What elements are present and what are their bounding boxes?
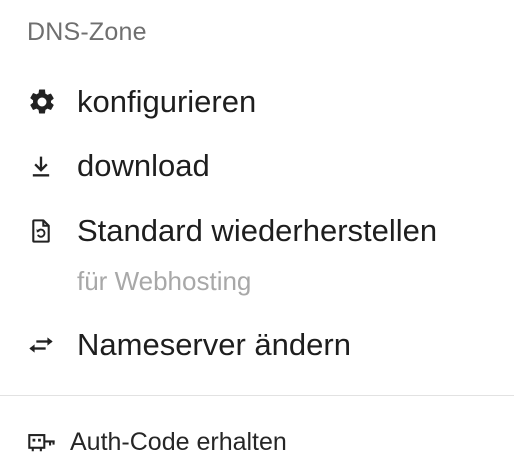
change-nameserver-label: Nameserver ändern [77, 327, 351, 362]
key-code-icon [27, 425, 61, 459]
download-icon [27, 148, 63, 184]
download-label: download [77, 148, 210, 183]
change-nameserver-menu-item[interactable]: Nameserver ändern [27, 327, 351, 363]
restore-default-sublabel: für Webhosting [77, 266, 252, 296]
restore-document-icon [27, 213, 63, 249]
divider [0, 395, 514, 396]
gear-icon [27, 84, 63, 120]
section-title: DNS-Zone [27, 18, 147, 46]
download-menu-item[interactable]: download [27, 148, 210, 184]
restore-default-menu-item[interactable]: Standard wiederherstellen [27, 213, 437, 249]
auth-code-menu-item[interactable]: Auth-Code erhalten [27, 425, 287, 459]
auth-code-label: Auth-Code erhalten [70, 427, 287, 456]
swap-arrows-icon [27, 327, 63, 363]
configure-label: konfigurieren [77, 84, 257, 119]
configure-menu-item[interactable]: konfigurieren [27, 84, 256, 120]
restore-default-label: Standard wiederherstellen [77, 213, 438, 248]
